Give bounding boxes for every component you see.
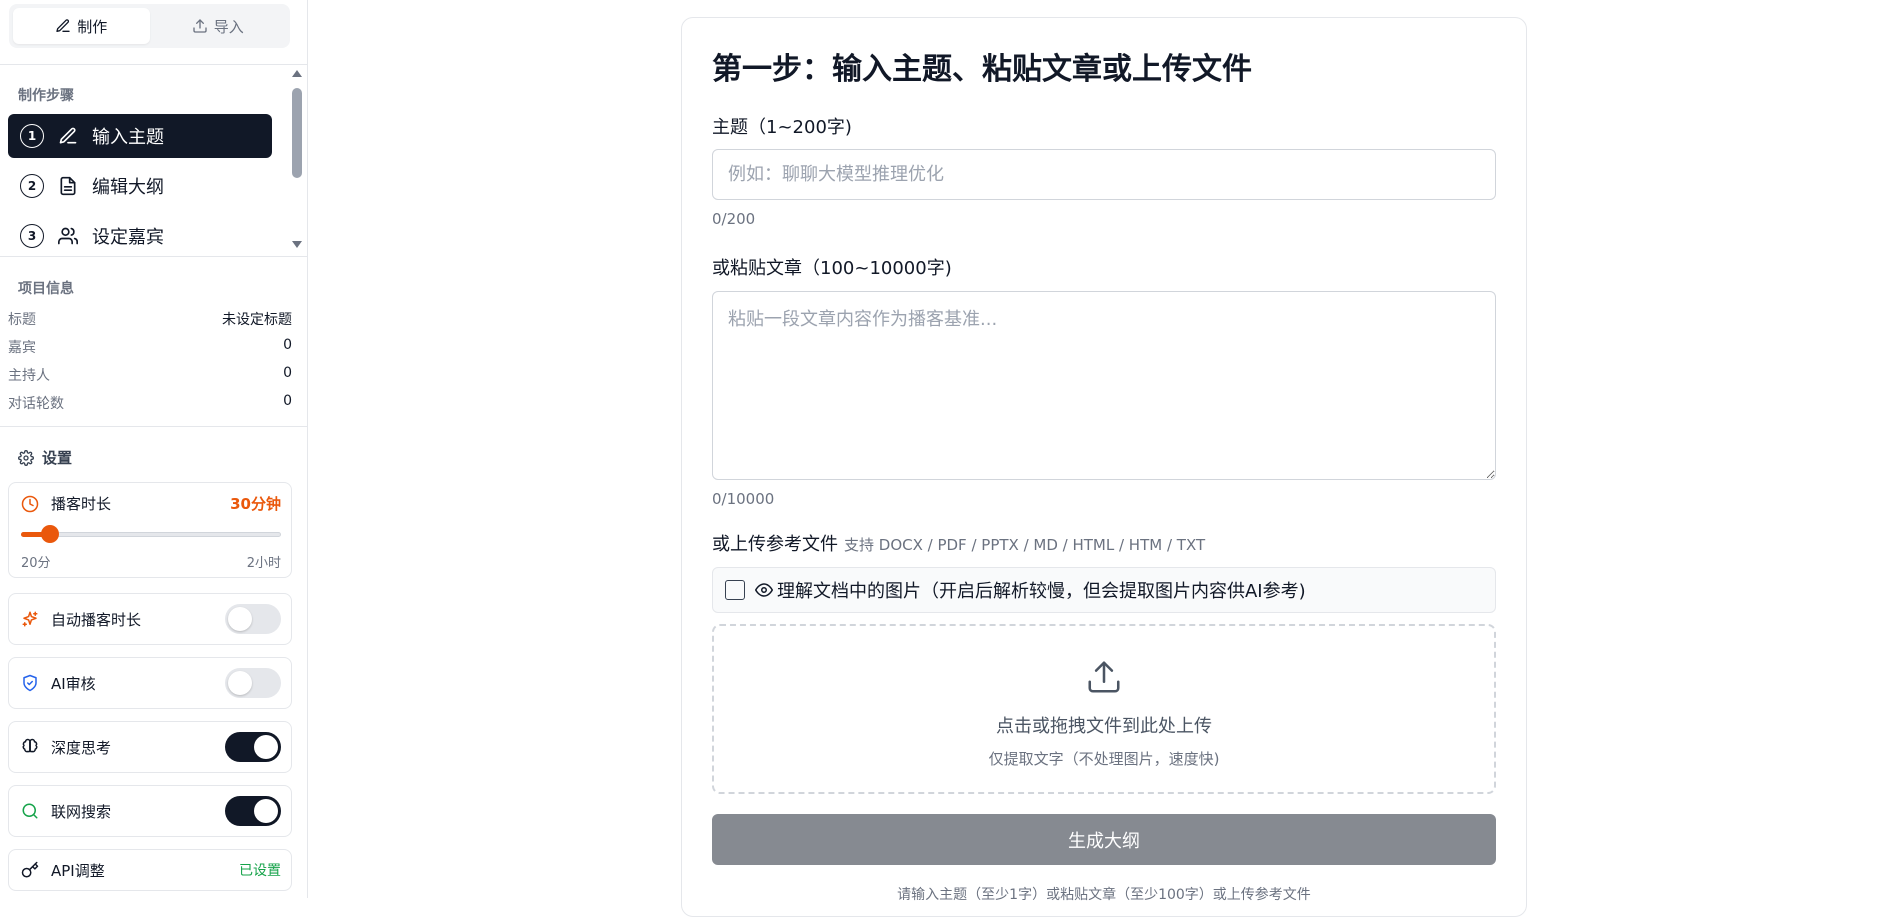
sidebar: 制作 导入 制作步骤 1 输入主题 2 编辑大纲 3 设定嘉宾 项目信息 标题 … bbox=[0, 0, 308, 898]
gear-icon bbox=[18, 449, 34, 466]
article-label: 或粘贴文章（100~10000字) bbox=[712, 258, 952, 279]
key-icon bbox=[21, 861, 39, 878]
mode-tabs: 制作 导入 bbox=[9, 4, 290, 48]
divider bbox=[0, 256, 308, 257]
tab-import[interactable]: 导入 bbox=[150, 8, 287, 44]
search-icon bbox=[22, 803, 38, 819]
dropzone-main-text: 点击或拖拽文件到此处上传 bbox=[996, 716, 1212, 737]
image-understanding-checkbox[interactable] bbox=[725, 580, 745, 600]
settings-header: 设置 bbox=[18, 447, 72, 468]
scroll-up-arrow[interactable] bbox=[292, 70, 302, 77]
step-input-topic[interactable]: 1 输入主题 bbox=[8, 114, 272, 158]
slider-track bbox=[21, 532, 281, 537]
input-requirement-note: 请输入主题（至少1字）或粘贴文章（至少100字）或上传参考文件 bbox=[897, 887, 1311, 903]
dropzone-sub-text: 仅提取文字（不处理图片，速度快) bbox=[988, 750, 1220, 768]
auto-duration-card: 自动播客时长 bbox=[8, 593, 292, 645]
api-label: API调整 bbox=[51, 861, 105, 880]
info-row-guests: 嘉宾 0 bbox=[8, 337, 292, 357]
tab-create[interactable]: 制作 bbox=[13, 8, 150, 44]
info-label: 对话轮数 bbox=[8, 396, 64, 412]
slider-thumb[interactable] bbox=[40, 525, 59, 543]
duration-slider[interactable] bbox=[21, 525, 281, 543]
slider-min-label: 20分 bbox=[21, 556, 51, 571]
topic-label: 主题（1~200字) bbox=[712, 117, 852, 138]
sparkles-icon bbox=[22, 611, 38, 627]
eye-icon bbox=[755, 583, 773, 597]
topic-counter: 0/200 bbox=[712, 210, 756, 228]
info-row-title: 标题 未设定标题 bbox=[8, 309, 292, 329]
auto-duration-label: 自动播客时长 bbox=[51, 610, 142, 629]
upload-label-row: 或上传参考文件 支持 DOCX / PDF / PPTX / MD / HTML … bbox=[712, 530, 1205, 556]
ai-review-toggle[interactable] bbox=[225, 668, 281, 698]
steps-section-title: 制作步骤 bbox=[18, 88, 74, 104]
upload-formats: 支持 DOCX / PDF / PPTX / MD / HTML / HTM /… bbox=[844, 536, 1206, 554]
divider bbox=[0, 64, 308, 65]
steps-list: 1 输入主题 2 编辑大纲 3 设定嘉宾 bbox=[0, 108, 290, 250]
ai-review-card: AI审核 bbox=[8, 657, 292, 709]
info-label: 嘉宾 bbox=[8, 340, 36, 356]
info-value: 0 bbox=[283, 337, 292, 353]
tab-create-label: 制作 bbox=[77, 17, 108, 36]
ai-review-label: AI审核 bbox=[51, 674, 96, 693]
steps-scrollbar[interactable] bbox=[291, 68, 305, 252]
file-dropzone[interactable]: 点击或拖拽文件到此处上传 仅提取文字（不处理图片，速度快) bbox=[712, 624, 1496, 794]
step-edit-outline[interactable]: 2 编辑大纲 bbox=[8, 164, 272, 208]
pencil-icon bbox=[59, 127, 77, 144]
topic-input[interactable] bbox=[712, 149, 1496, 200]
image-understanding-label: 理解文档中的图片（开启后解析较慢，但会提取图片内容供AI参考) bbox=[777, 581, 1306, 602]
auto-duration-toggle[interactable] bbox=[225, 604, 281, 634]
step-number: 2 bbox=[20, 174, 44, 198]
divider bbox=[0, 426, 308, 427]
article-textarea[interactable] bbox=[712, 291, 1496, 480]
scroll-thumb[interactable] bbox=[292, 88, 302, 178]
page-title: 第一步：输入主题、粘贴文章或上传文件 bbox=[712, 52, 1252, 87]
step-number: 3 bbox=[20, 224, 44, 248]
step-label: 设定嘉宾 bbox=[92, 227, 164, 248]
step-label: 编辑大纲 bbox=[92, 177, 164, 198]
scroll-down-arrow[interactable] bbox=[292, 241, 302, 248]
duration-card: 播客时长 30分钟 20分 2小时 bbox=[8, 482, 292, 578]
info-row-rounds: 对话轮数 0 bbox=[8, 393, 292, 413]
article-counter: 0/10000 bbox=[712, 490, 775, 508]
document-icon bbox=[60, 176, 76, 196]
clock-icon bbox=[21, 495, 39, 512]
tab-import-label: 导入 bbox=[213, 17, 244, 36]
duration-value: 30分钟 bbox=[230, 495, 281, 513]
info-label: 主持人 bbox=[8, 368, 50, 384]
deep-thinking-label: 深度思考 bbox=[51, 738, 112, 757]
duration-label: 播客时长 bbox=[51, 495, 112, 513]
info-label: 标题 bbox=[8, 312, 36, 328]
image-understanding-option[interactable]: 理解文档中的图片（开启后解析较慢，但会提取图片内容供AI参考) bbox=[712, 567, 1496, 613]
upload-icon bbox=[193, 19, 207, 33]
info-value: 0 bbox=[283, 365, 292, 381]
project-info-title: 项目信息 bbox=[18, 281, 74, 297]
deep-thinking-card: 深度思考 bbox=[8, 721, 292, 773]
web-search-toggle[interactable] bbox=[225, 796, 281, 826]
settings-title: 设置 bbox=[42, 449, 73, 467]
info-row-hosts: 主持人 0 bbox=[8, 365, 292, 385]
upload-icon bbox=[1088, 661, 1120, 693]
users-icon bbox=[58, 227, 78, 245]
generate-outline-button[interactable]: 生成大纲 bbox=[712, 814, 1496, 865]
slider-max-label: 2小时 bbox=[246, 556, 281, 571]
upload-label: 或上传参考文件 bbox=[712, 534, 838, 555]
api-card[interactable]: API调整 已设置 bbox=[8, 849, 292, 891]
deep-thinking-toggle[interactable] bbox=[225, 732, 281, 762]
brain-icon bbox=[22, 738, 38, 753]
pencil-icon bbox=[56, 19, 70, 32]
api-status: 已设置 bbox=[239, 863, 281, 879]
step-label: 输入主题 bbox=[92, 127, 164, 148]
info-value: 未设定标题 bbox=[222, 312, 292, 328]
web-search-label: 联网搜索 bbox=[51, 802, 112, 821]
step-set-guests[interactable]: 3 设定嘉宾 bbox=[8, 214, 272, 250]
step-number: 1 bbox=[20, 124, 44, 148]
web-search-card: 联网搜索 bbox=[8, 785, 292, 837]
shield-check-icon bbox=[23, 674, 37, 692]
info-value: 0 bbox=[283, 393, 292, 409]
